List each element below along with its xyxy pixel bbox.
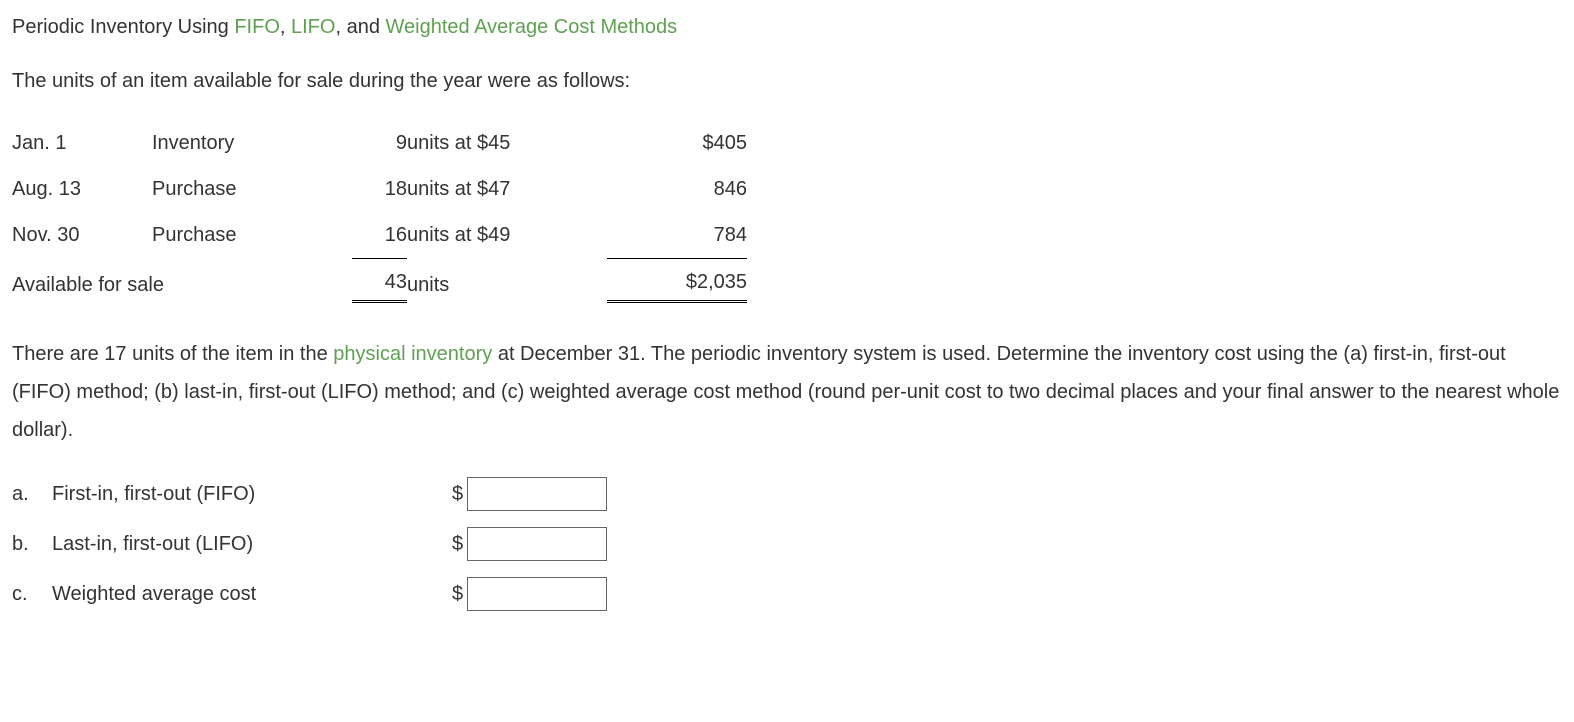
- answer-letter: b.: [12, 529, 52, 559]
- intro-text: The units of an item available for sale …: [12, 66, 1562, 96]
- cell-date: Jan. 1: [12, 120, 152, 166]
- cell-desc: units at $49: [407, 212, 607, 259]
- table-row: Aug. 13 Purchase 18 units at $47 846: [12, 166, 747, 212]
- inventory-table: Jan. 1 Inventory 9 units at $45 $405 Aug…: [12, 120, 747, 311]
- currency-symbol: $: [452, 529, 463, 559]
- cell-total-desc: units: [407, 259, 607, 312]
- cell-desc: units at $45: [407, 120, 607, 166]
- cell-desc: units at $47: [407, 166, 607, 212]
- answer-row-b: b. Last-in, first-out (LIFO) $: [12, 527, 1562, 561]
- instructions-text: There are 17 units of the item in the ph…: [12, 335, 1562, 449]
- currency-symbol: $: [452, 479, 463, 509]
- cell-type: Purchase: [152, 166, 352, 212]
- cell-type: Inventory: [152, 120, 352, 166]
- cell-total-amt: $2,035: [607, 259, 747, 312]
- cell-units: 16: [352, 212, 407, 259]
- table-row: Jan. 1 Inventory 9 units at $45 $405: [12, 120, 747, 166]
- answer-letter: a.: [12, 479, 52, 509]
- cell-total-label: Available for sale: [12, 259, 352, 312]
- title-wac-link[interactable]: Weighted Average Cost Methods: [386, 16, 678, 38]
- cell-amt: $405: [607, 120, 747, 166]
- page-title: Periodic Inventory Using FIFO, LIFO, and…: [12, 12, 1562, 42]
- cell-total-units: 43: [352, 259, 407, 312]
- answer-row-a: a. First-in, first-out (FIFO) $: [12, 477, 1562, 511]
- answer-label: Last-in, first-out (LIFO): [52, 529, 452, 559]
- title-prefix: Periodic Inventory Using: [12, 16, 234, 38]
- title-lifo-link[interactable]: LIFO: [291, 16, 335, 38]
- answer-label: First-in, first-out (FIFO): [52, 479, 452, 509]
- cell-type: Purchase: [152, 212, 352, 259]
- cell-units: 9: [352, 120, 407, 166]
- title-fifo-link[interactable]: FIFO: [234, 16, 280, 38]
- weighted-avg-input[interactable]: [467, 577, 607, 611]
- cell-units: 18: [352, 166, 407, 212]
- lifo-input[interactable]: [467, 527, 607, 561]
- cell-date: Aug. 13: [12, 166, 152, 212]
- instr-part-a: There are 17 units of the item in the: [12, 343, 333, 365]
- cell-amt: 784: [607, 212, 747, 259]
- table-row: Nov. 30 Purchase 16 units at $49 784: [12, 212, 747, 259]
- currency-symbol: $: [452, 579, 463, 609]
- table-total-row: Available for sale 43 units $2,035: [12, 259, 747, 312]
- title-sep1: ,: [280, 16, 291, 38]
- title-sep2: , and: [335, 16, 385, 38]
- answers-section: a. First-in, first-out (FIFO) $ b. Last-…: [12, 477, 1562, 611]
- answer-label: Weighted average cost: [52, 579, 452, 609]
- cell-date: Nov. 30: [12, 212, 152, 259]
- answer-letter: c.: [12, 579, 52, 609]
- cell-amt: 846: [607, 166, 747, 212]
- answer-row-c: c. Weighted average cost $: [12, 577, 1562, 611]
- physical-inventory-link[interactable]: physical inventory: [333, 343, 492, 365]
- fifo-input[interactable]: [467, 477, 607, 511]
